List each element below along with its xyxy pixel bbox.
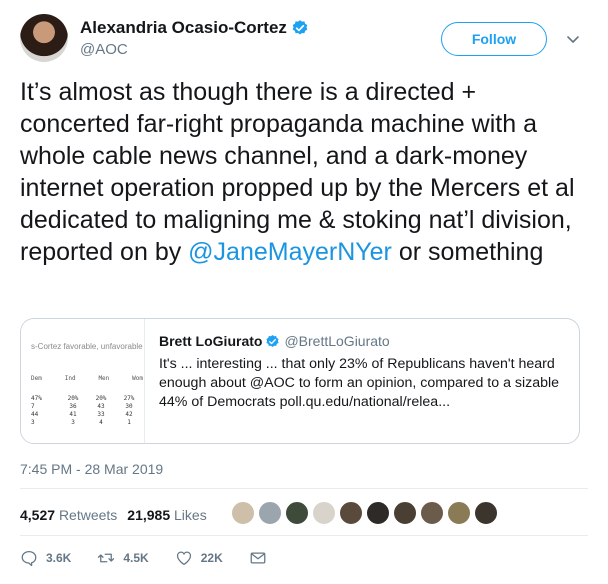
poll-cell: 3 <box>71 419 75 426</box>
like-button[interactable]: 22K <box>175 549 223 567</box>
poll-image-title: s-Cortez favorable, unfavorable <box>31 342 143 351</box>
reply-button[interactable]: 3.6K <box>20 549 71 567</box>
retweet-button[interactable]: 4.5K <box>97 549 149 567</box>
poll-cell: 42 <box>125 411 133 418</box>
liker-avatar[interactable] <box>392 500 418 526</box>
retweets-label: Retweets <box>58 507 118 523</box>
verified-badge-icon <box>266 334 280 347</box>
liker-avatar[interactable] <box>365 500 391 526</box>
poll-cell: 30 <box>125 403 133 410</box>
poll-cell: 43 <box>97 403 105 410</box>
direct-message-button[interactable] <box>249 549 275 567</box>
heart-icon <box>176 551 191 566</box>
poll-cell: 47% <box>31 395 42 402</box>
quoted-tweet-text: It's ... interesting ... that only 23% o… <box>159 356 560 410</box>
poll-cell: 20% <box>95 395 107 402</box>
poll-image-columns: Dem Ind Men Wom <box>31 375 143 382</box>
poll-column-header: Dem <box>31 375 42 382</box>
poll-cell: 33 <box>97 411 105 418</box>
tweet-header: Alexandria Ocasio-Cortez @AOC Follow <box>20 12 588 62</box>
retweet-icon <box>98 553 115 563</box>
likes-label: Likes <box>174 507 207 523</box>
tweet-text: It’s almost as though there is a directe… <box>20 76 590 268</box>
liker-avatars <box>230 500 500 526</box>
engagement-stats: 4,527 Retweets 21,985 Likes <box>20 507 207 523</box>
reply-count: 3.6K <box>46 551 72 565</box>
reply-icon <box>21 550 37 567</box>
poll-cell: 1 <box>127 419 131 426</box>
quoted-tweet-image[interactable]: s-Cortez favorable, unfavorable Dem Ind … <box>21 319 145 443</box>
envelope-icon <box>250 552 266 564</box>
poll-column-header: Men <box>98 375 110 382</box>
poll-cell: 4 <box>99 419 103 426</box>
quoted-author-handle[interactable]: @BrettLoGiurato <box>284 333 389 349</box>
chevron-down-icon[interactable] <box>564 30 582 48</box>
tweet-actions: 3.6K 4.5K 22K <box>20 549 301 567</box>
like-count: 22K <box>200 551 223 565</box>
liker-avatar[interactable] <box>230 500 256 526</box>
quoted-author-name[interactable]: Brett LoGiurato <box>159 333 262 349</box>
divider <box>20 488 588 489</box>
liker-avatar[interactable] <box>338 500 364 526</box>
liker-avatar[interactable] <box>311 500 337 526</box>
poll-cell: 20% <box>67 395 79 402</box>
retweet-count: 4.5K <box>123 551 149 565</box>
liker-avatar[interactable] <box>473 500 499 526</box>
likes-stat[interactable]: 21,985 Likes <box>127 507 206 523</box>
poll-cell: 3 <box>31 419 35 426</box>
mention-link[interactable]: @JaneMayerNYer <box>188 238 392 266</box>
author-handle[interactable]: @AOC <box>80 41 128 58</box>
poll-cell: 41 <box>69 411 77 418</box>
divider <box>20 535 588 536</box>
verified-badge-icon <box>292 20 308 35</box>
tweet-timestamp[interactable]: 7:45 PM - 28 Mar 2019 <box>20 461 163 477</box>
likes-count: 21,985 <box>127 507 171 523</box>
poll-cell: 27% <box>123 395 135 402</box>
liker-avatar[interactable] <box>446 500 472 526</box>
follow-button[interactable]: Follow <box>441 22 547 56</box>
quoted-tweet[interactable]: s-Cortez favorable, unfavorable Dem Ind … <box>20 318 580 444</box>
liker-avatar[interactable] <box>257 500 283 526</box>
tweet-text-tail: or something <box>391 238 544 266</box>
poll-column-header: Wom <box>132 375 143 382</box>
display-name[interactable]: Alexandria Ocasio-Cortez <box>80 18 287 38</box>
poll-image-grid: 47% 20% 20% 27% 7 36 43 30 44 41 33 42 3… <box>31 395 143 426</box>
quoted-author-row: Brett LoGiurato @BrettLoGiurato <box>159 333 390 349</box>
author-name-row: Alexandria Ocasio-Cortez <box>80 18 309 38</box>
retweets-stat[interactable]: 4,527 Retweets <box>20 507 117 523</box>
liker-avatar[interactable] <box>419 500 445 526</box>
poll-cell: 7 <box>31 403 35 410</box>
poll-column-header: Ind <box>64 375 76 382</box>
retweets-count: 4,527 <box>20 507 56 523</box>
liker-avatar[interactable] <box>284 500 310 526</box>
poll-cell: 44 <box>31 411 39 418</box>
poll-cell: 36 <box>69 403 77 410</box>
avatar[interactable] <box>20 14 68 62</box>
